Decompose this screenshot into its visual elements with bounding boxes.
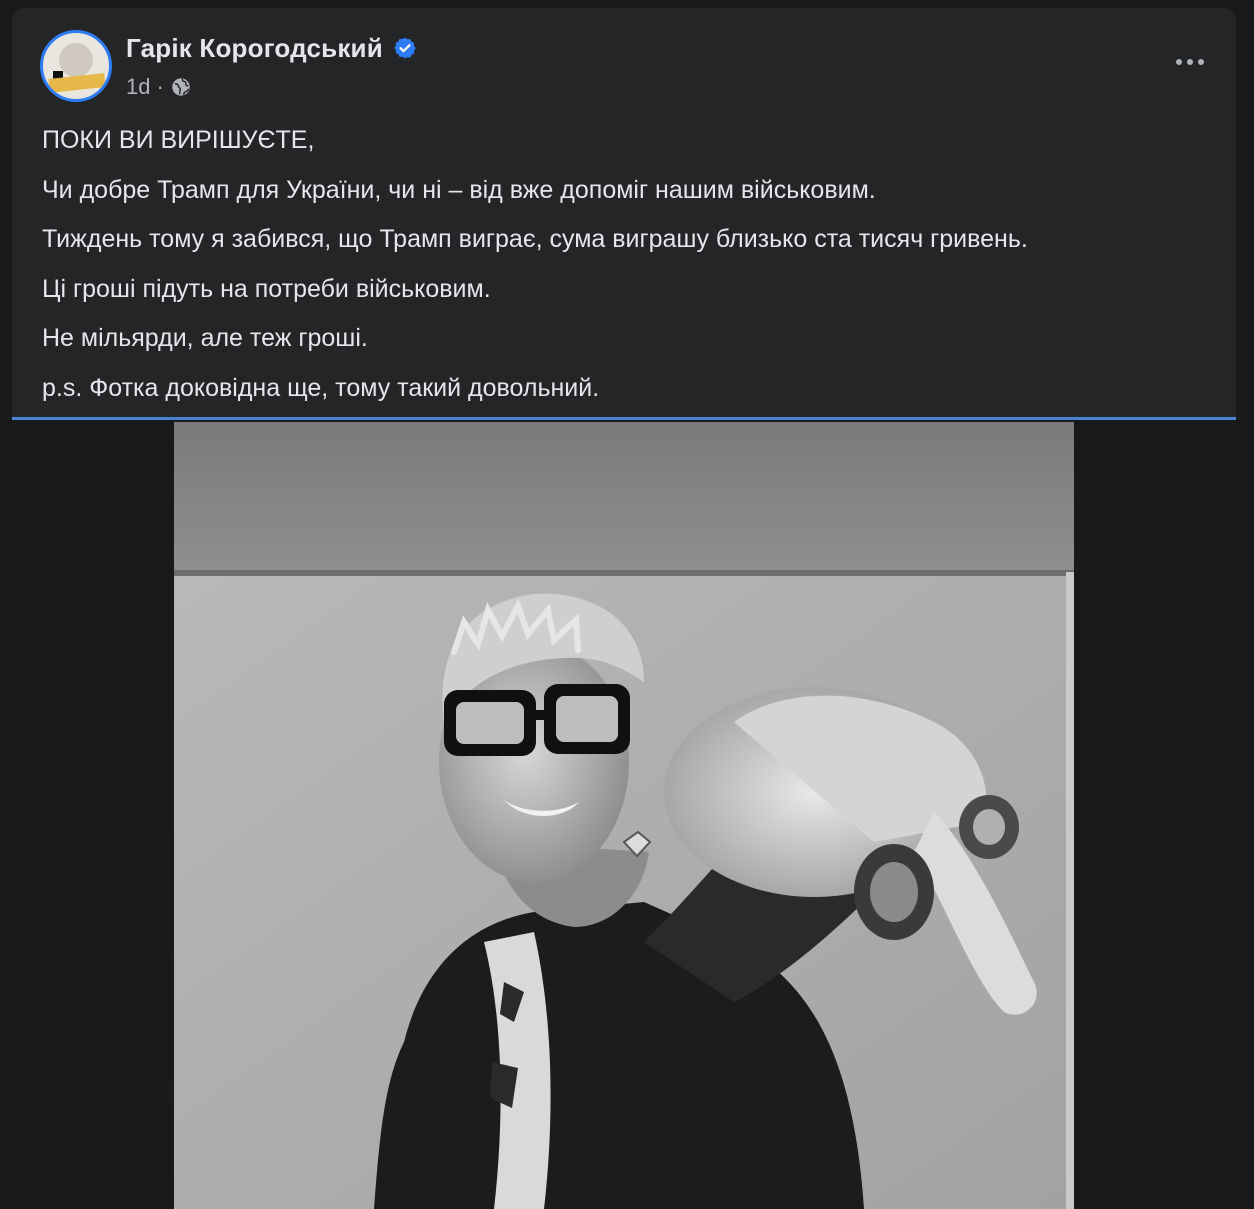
post-timestamp[interactable]: 1d xyxy=(126,74,150,100)
subline-separator: · xyxy=(156,73,164,99)
photo-illustration xyxy=(174,422,1074,1209)
post-header: Гарік Корогодський 1d · xyxy=(40,30,417,102)
avatar-face-shape xyxy=(59,43,93,77)
author-name[interactable]: Гарік Корогодський xyxy=(126,33,383,64)
more-dot xyxy=(1198,59,1204,65)
post-card: Гарік Корогодський 1d · ПОКИ ВИ ВИРІШУЄТ… xyxy=(12,8,1236,420)
post-text: ПОКИ ВИ ВИРІШУЄТЕ, Чи добре Трамп для Ук… xyxy=(42,116,1206,413)
more-dot xyxy=(1176,59,1182,65)
more-dot xyxy=(1187,59,1193,65)
author-row: Гарік Корогодський xyxy=(126,33,417,64)
post-text-line: Не мільярди, але теж гроші. xyxy=(42,324,368,352)
post-text-line: Тиждень тому я забився, що Трамп виграє,… xyxy=(42,225,1028,253)
post-text-line: p.s. Фотка доковідна ще, тому такий дово… xyxy=(42,373,600,402)
more-options-button[interactable] xyxy=(1168,46,1212,78)
globe-icon xyxy=(172,77,190,96)
post-text-line: Чи добре Трамп для України, чи ні – від … xyxy=(42,175,876,204)
post-subline: 1d · xyxy=(126,74,417,100)
post-photo[interactable] xyxy=(174,422,1074,1209)
post-text-line: Ці гроші підуть на потреби військовим. xyxy=(42,274,491,303)
post-meta: Гарік Корогодський 1d · xyxy=(126,33,417,100)
post-text-line: ПОКИ ВИ ВИРІШУЄТЕ, xyxy=(42,126,315,154)
verified-badge-icon xyxy=(394,37,416,59)
author-avatar[interactable] xyxy=(40,30,112,102)
